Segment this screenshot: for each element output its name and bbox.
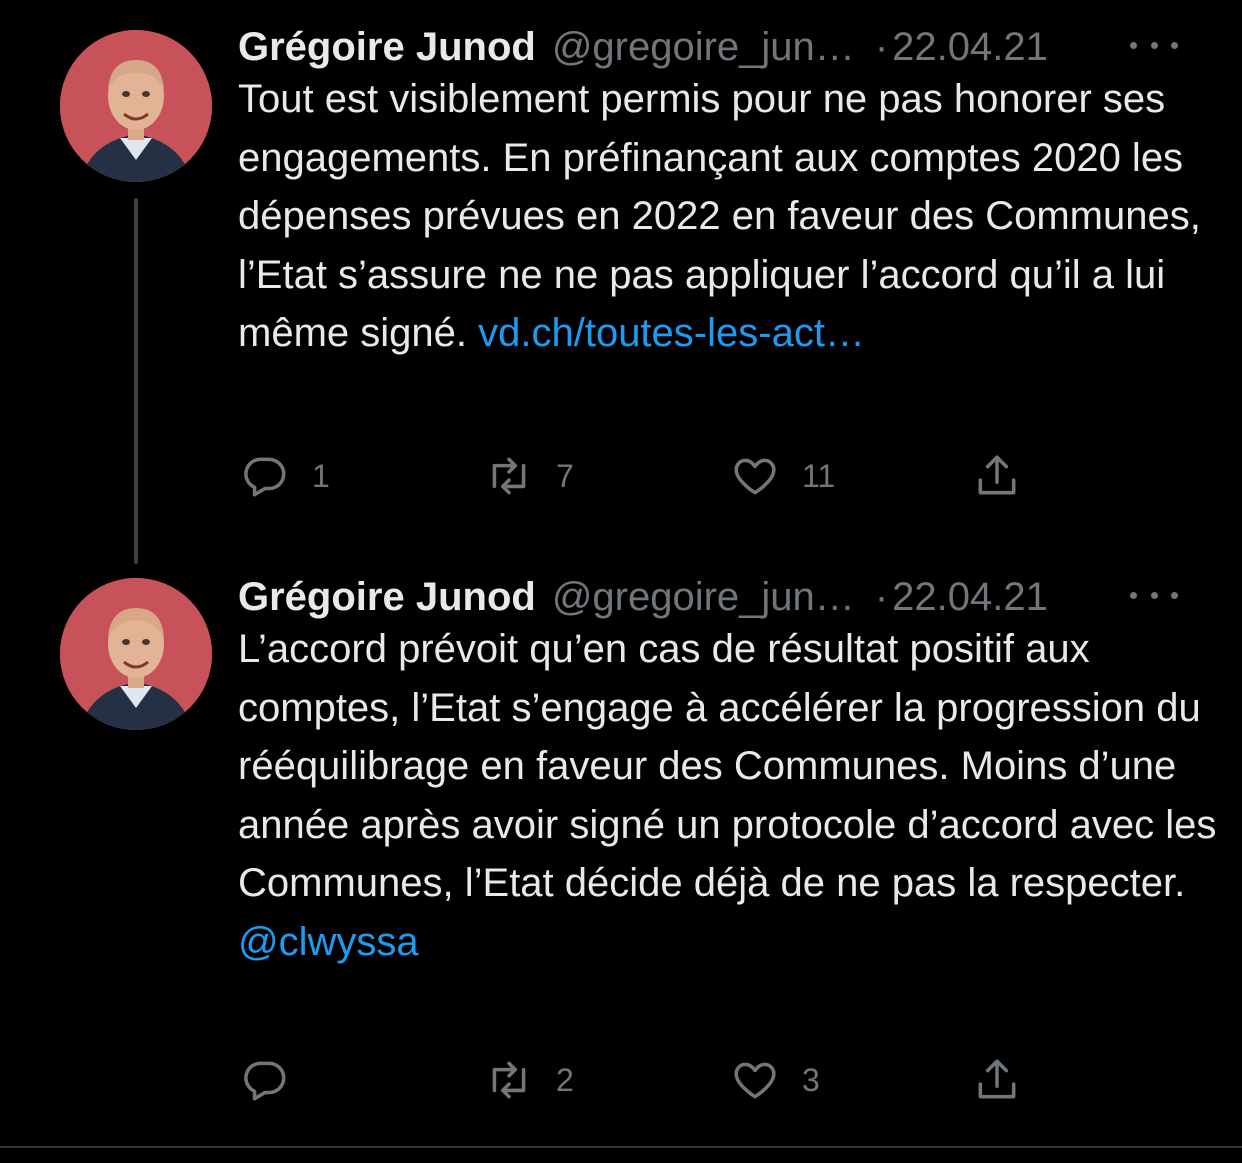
tweet-header: Grégoire Junod @gregoire_jun… · 22.04.21 (238, 22, 1198, 72)
tweet-date[interactable]: 22.04.21 (892, 25, 1048, 70)
avatar[interactable] (60, 30, 212, 182)
avatar[interactable] (60, 578, 212, 730)
tweet-2[interactable]: Grégoire Junod @gregoire_jun… · 22.04.21… (0, 572, 1242, 1132)
author-handle[interactable]: @gregoire_jun… (552, 25, 855, 70)
more-icon[interactable] (1130, 580, 1178, 610)
author-name[interactable]: Grégoire Junod (238, 25, 536, 70)
retweet-count: 2 (556, 1061, 574, 1098)
tweet-actions: 1 7 11 (0, 446, 1242, 506)
tweet-header: Grégoire Junod @gregoire_jun… · 22.04.21 (238, 572, 1198, 622)
share-button[interactable] (972, 1050, 1022, 1110)
retweet-button[interactable]: 7 (484, 446, 574, 506)
retweet-icon (492, 457, 526, 495)
retweet-count: 7 (556, 457, 574, 494)
retweet-icon (492, 1061, 526, 1099)
separator-dot: · (874, 574, 889, 619)
tweet-link[interactable]: vd.ch/toutes-les-act… (478, 311, 865, 355)
retweet-button[interactable]: 2 (484, 1050, 574, 1110)
tweet-mention[interactable]: @clwyssa (238, 920, 419, 964)
more-icon[interactable] (1130, 30, 1178, 60)
tweet-text: Tout est visiblement permis pour ne pas … (238, 70, 1228, 363)
divider (0, 1146, 1242, 1148)
tweet-1[interactable]: Grégoire Junod @gregoire_jun… · 22.04.21… (0, 22, 1242, 564)
tweet-date[interactable]: 22.04.21 (892, 575, 1048, 620)
like-count: 11 (802, 457, 836, 494)
reply-button[interactable]: 1 (240, 446, 330, 506)
share-icon (978, 1059, 1016, 1099)
reply-button[interactable] (240, 1050, 312, 1110)
tweet-actions: 2 3 (0, 1050, 1242, 1110)
like-button[interactable]: 11 (730, 446, 835, 506)
avatar-photo (60, 30, 212, 182)
tweet-text: L’accord prévoit qu’en cas de résultat p… (238, 620, 1228, 971)
separator-dot: · (874, 24, 889, 69)
tweet-body: L’accord prévoit qu’en cas de résultat p… (238, 627, 1217, 905)
reply-icon (244, 1061, 286, 1101)
like-icon (734, 1062, 776, 1099)
like-button[interactable]: 3 (730, 1050, 820, 1110)
share-icon (978, 455, 1016, 495)
share-button[interactable] (972, 446, 1022, 506)
like-icon (734, 458, 776, 495)
author-handle[interactable]: @gregoire_jun… (552, 575, 855, 620)
reply-count: 1 (312, 457, 330, 494)
author-name[interactable]: Grégoire Junod (238, 575, 536, 620)
thread-connector (134, 198, 138, 564)
reply-icon (244, 457, 286, 497)
avatar-photo (60, 578, 212, 730)
like-count: 3 (802, 1061, 820, 1098)
